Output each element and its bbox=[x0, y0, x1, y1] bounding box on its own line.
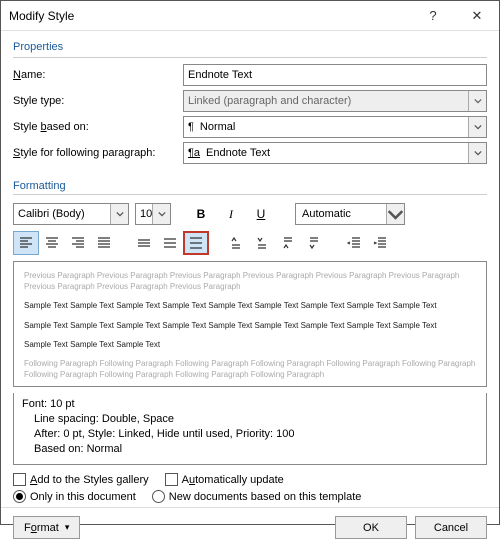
preview-pane: Previous Paragraph Previous Paragraph Pr… bbox=[13, 261, 487, 387]
chevron-down-icon[interactable] bbox=[468, 143, 486, 163]
decrease-indent-button[interactable] bbox=[341, 231, 367, 255]
close-button[interactable]: ✕ bbox=[455, 1, 499, 31]
line-spacing-group bbox=[131, 231, 209, 255]
style-details: Font: 10 pt Line spacing: Double, Space … bbox=[13, 393, 487, 465]
style-type-combo: Linked (paragraph and character) bbox=[183, 90, 487, 112]
preview-sample-3: Sample Text Sample Text Sample Text bbox=[24, 339, 476, 350]
font-color-combo[interactable]: Automatic bbox=[295, 203, 405, 225]
bold-button[interactable]: B bbox=[189, 203, 213, 225]
spacing-1-button[interactable] bbox=[131, 231, 157, 255]
new-docs-radio[interactable]: New documents based on this template bbox=[152, 490, 362, 503]
align-center-button[interactable] bbox=[39, 231, 65, 255]
spacing-1-5-button[interactable] bbox=[157, 231, 183, 255]
cancel-button[interactable]: Cancel bbox=[415, 516, 487, 539]
format-button[interactable]: Format ▾ bbox=[13, 516, 80, 539]
add-to-gallery-checkbox[interactable]: Add to the Styles gallery bbox=[13, 473, 149, 486]
font-combo[interactable]: Calibri (Body) bbox=[13, 203, 129, 225]
chevron-down-icon[interactable] bbox=[468, 117, 486, 137]
following-style-label: Style for following paragraph: bbox=[13, 147, 183, 159]
align-right-button[interactable] bbox=[65, 231, 91, 255]
based-on-combo[interactable]: ¶ Normal bbox=[183, 116, 487, 138]
auto-update-checkbox[interactable]: Automatically update bbox=[165, 473, 284, 486]
properties-heading: Properties bbox=[13, 41, 487, 53]
align-group bbox=[13, 231, 117, 255]
paragraph-char-icon: ¶a bbox=[188, 147, 200, 159]
titlebar: Modify Style ? ✕ bbox=[1, 1, 499, 31]
italic-button[interactable]: I bbox=[219, 203, 243, 225]
chevron-down-icon[interactable] bbox=[386, 204, 404, 224]
formatting-heading: Formatting bbox=[13, 180, 487, 192]
paragraph-icon: ¶ bbox=[188, 121, 194, 133]
following-style-combo[interactable]: ¶a Endnote Text bbox=[183, 142, 487, 164]
only-this-doc-radio[interactable]: Only in this document bbox=[13, 490, 136, 503]
align-justify-button[interactable] bbox=[91, 231, 117, 255]
size-combo[interactable]: 10 bbox=[135, 203, 171, 225]
preview-prev-para: Previous Paragraph Previous Paragraph Pr… bbox=[24, 270, 476, 292]
indent-group bbox=[341, 231, 393, 255]
window-title: Modify Style bbox=[9, 9, 411, 23]
style-type-label: Style type: bbox=[13, 95, 183, 107]
ok-button[interactable]: OK bbox=[335, 516, 407, 539]
space-before-inc-button[interactable] bbox=[223, 231, 249, 255]
chevron-down-icon[interactable] bbox=[110, 204, 128, 224]
preview-sample-1: Sample Text Sample Text Sample Text Samp… bbox=[24, 300, 476, 311]
chevron-down-icon bbox=[468, 91, 486, 111]
spacing-2-button[interactable] bbox=[183, 231, 209, 255]
help-button[interactable]: ? bbox=[411, 1, 455, 31]
chevron-down-icon[interactable] bbox=[152, 204, 170, 224]
name-input[interactable] bbox=[183, 64, 487, 86]
based-on-label: Style based on: bbox=[13, 121, 183, 133]
name-label: Name: bbox=[13, 69, 183, 81]
chevron-down-icon: ▾ bbox=[65, 522, 70, 533]
space-after-inc-button[interactable] bbox=[275, 231, 301, 255]
space-after-dec-button[interactable] bbox=[301, 231, 327, 255]
increase-indent-button[interactable] bbox=[367, 231, 393, 255]
para-spacing-group bbox=[223, 231, 327, 255]
underline-button[interactable]: U bbox=[249, 203, 273, 225]
space-before-dec-button[interactable] bbox=[249, 231, 275, 255]
preview-follow-para: Following Paragraph Following Paragraph … bbox=[24, 358, 476, 380]
preview-sample-2: Sample Text Sample Text Sample Text Samp… bbox=[24, 320, 476, 331]
align-left-button[interactable] bbox=[13, 231, 39, 255]
